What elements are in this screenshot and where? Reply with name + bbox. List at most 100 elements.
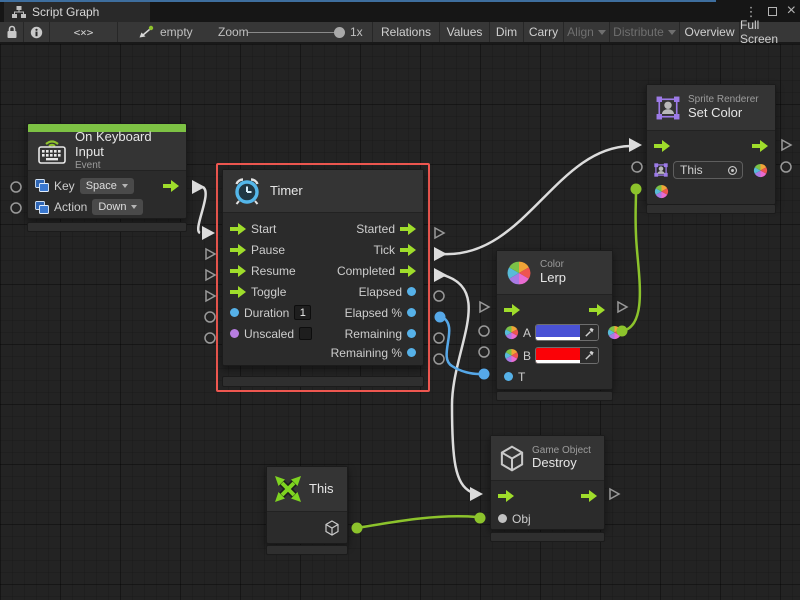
self-icon xyxy=(275,476,301,502)
key-dropdown[interactable]: Space xyxy=(80,178,134,194)
flow-output-port[interactable] xyxy=(581,490,597,502)
tab-title: Script Graph xyxy=(32,5,99,19)
carry-button[interactable]: Carry xyxy=(524,22,564,42)
chevron-down-icon xyxy=(668,30,676,35)
sprite-renderer-icon xyxy=(654,163,668,177)
distribute-dropdown[interactable]: Distribute xyxy=(610,22,680,42)
value-input-port[interactable] xyxy=(230,308,239,317)
lock-button[interactable] xyxy=(0,22,24,42)
flow-output-port[interactable] xyxy=(163,180,179,192)
port-row-t: T xyxy=(497,367,612,389)
values-button[interactable]: Values xyxy=(440,22,490,42)
node-subtitle: Event xyxy=(75,160,177,172)
color-swatch-b[interactable] xyxy=(535,347,599,364)
node-color-lerp[interactable]: Color Lerp A xyxy=(496,250,613,390)
port-row-key: Key Space xyxy=(28,175,186,196)
flow-input-port[interactable] xyxy=(504,304,520,316)
info-button[interactable] xyxy=(24,22,50,42)
key-label: Key xyxy=(54,179,75,193)
port-row-action: Action Down xyxy=(28,196,186,218)
code-glyph: <×> xyxy=(74,26,94,39)
value-output-port[interactable] xyxy=(407,329,416,338)
script-graph-window: Script Graph ⋮ × <×> xyxy=(0,0,800,600)
zoom-value: 1x xyxy=(350,22,363,42)
relations-button[interactable]: Relations xyxy=(372,22,440,42)
port-row-b: B xyxy=(497,344,612,367)
color-output-port[interactable] xyxy=(607,325,622,340)
node-timer[interactable]: Timer Start Started Pause Tick Resum xyxy=(222,169,424,366)
port-row-color xyxy=(647,182,775,204)
action-dropdown[interactable]: Down xyxy=(92,199,143,215)
target-object-field[interactable]: This xyxy=(673,161,743,179)
graph-toolbar: <×> empty Zoom 1x Relations Values Dim C… xyxy=(0,22,800,44)
zoom-slider-track[interactable] xyxy=(248,32,334,33)
unscaled-checkbox[interactable] xyxy=(299,327,312,340)
port-row: Remaining % xyxy=(223,344,423,365)
enum-icon xyxy=(35,179,49,192)
dim-button[interactable]: Dim xyxy=(490,22,524,42)
node-footer xyxy=(490,532,605,542)
flow-input-port[interactable] xyxy=(654,140,670,152)
flow-output-port[interactable] xyxy=(400,244,416,256)
node-title: This xyxy=(309,482,334,497)
chevron-down-icon xyxy=(598,30,606,35)
debug-connections-button[interactable]: <×> xyxy=(50,22,118,42)
graph-breadcrumb[interactable]: empty xyxy=(138,22,193,42)
port-row: Toggle Elapsed xyxy=(223,281,423,302)
port-row-a: A xyxy=(497,321,612,344)
action-label: Action xyxy=(54,200,87,214)
align-dropdown[interactable]: Align xyxy=(564,22,610,42)
node-footer xyxy=(646,204,776,214)
duration-input[interactable]: 1 xyxy=(294,305,311,320)
value-output-port[interactable] xyxy=(407,308,416,317)
value-input-port[interactable] xyxy=(498,514,507,523)
node-sprite-set-color[interactable]: Sprite Renderer Set Color xyxy=(646,84,776,205)
node-footer xyxy=(266,545,348,555)
graph-canvas[interactable]: On Keyboard Input Event Key Space xyxy=(0,44,800,600)
object-picker-icon[interactable] xyxy=(727,165,738,176)
window-close-icon[interactable]: × xyxy=(787,3,796,19)
eyedropper-icon[interactable] xyxy=(580,325,598,340)
keyboard-icon xyxy=(37,137,67,165)
port-row: Unscaled Remaining xyxy=(223,323,423,344)
value-input-port[interactable] xyxy=(230,329,239,338)
flow-output-port[interactable] xyxy=(400,223,416,235)
window-menu-icon[interactable]: ⋮ xyxy=(745,5,758,18)
eyedropper-icon[interactable] xyxy=(580,348,598,363)
sprite-renderer-icon xyxy=(656,96,680,120)
flow-input-port[interactable] xyxy=(498,490,514,502)
port-row-self-out xyxy=(267,512,347,543)
graph-icon xyxy=(12,6,26,18)
color-output-port[interactable] xyxy=(753,163,768,178)
value-output-port[interactable] xyxy=(407,348,416,357)
game-object-output-port[interactable] xyxy=(325,520,339,536)
window-maximize-icon[interactable] xyxy=(768,7,777,16)
flow-input-port[interactable] xyxy=(230,286,246,298)
tab-script-graph[interactable]: Script Graph xyxy=(4,2,150,22)
node-this[interactable]: This xyxy=(266,466,348,544)
node-title: Timer xyxy=(270,184,303,199)
flow-input-port[interactable] xyxy=(230,244,246,256)
zoom-label: Zoom xyxy=(218,22,249,42)
flow-output-port[interactable] xyxy=(400,265,416,277)
node-title: Lerp xyxy=(540,271,566,286)
flow-input-port[interactable] xyxy=(230,265,246,277)
chevron-down-icon xyxy=(131,205,137,209)
node-title: Destroy xyxy=(532,456,591,471)
port-row-target: This xyxy=(647,158,775,182)
node-on-keyboard-input[interactable]: On Keyboard Input Event Key Space xyxy=(27,123,187,219)
flow-output-port[interactable] xyxy=(589,304,605,316)
node-title: On Keyboard Input xyxy=(75,130,177,160)
color-swatch-a[interactable] xyxy=(535,324,599,341)
zoom-slider-handle[interactable] xyxy=(334,27,345,38)
value-output-port[interactable] xyxy=(407,287,416,296)
value-input-port[interactable] xyxy=(504,372,513,381)
fullscreen-button[interactable]: Full Screen xyxy=(740,22,800,42)
node-destroy[interactable]: Game Object Destroy Obj xyxy=(490,435,605,530)
flow-input-port[interactable] xyxy=(230,223,246,235)
overview-button[interactable]: Overview xyxy=(680,22,740,42)
node-footer xyxy=(222,376,424,387)
color-input-port[interactable] xyxy=(654,184,669,199)
lock-icon xyxy=(6,25,18,39)
flow-output-port[interactable] xyxy=(752,140,768,152)
